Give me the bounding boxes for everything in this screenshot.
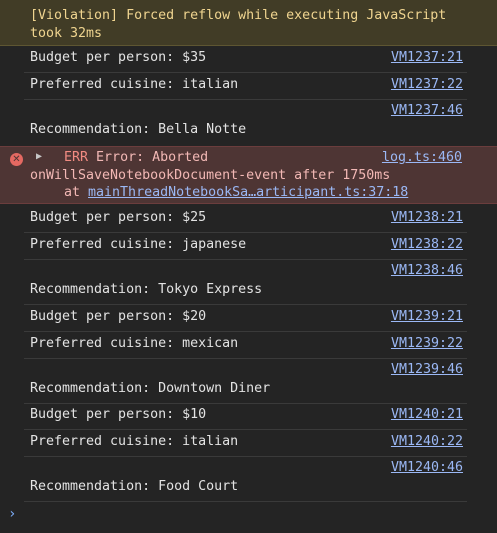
source-link[interactable]: VM1238:21 bbox=[391, 210, 463, 225]
log-row: VM1240:46 Recommendation: Food Court bbox=[24, 457, 467, 502]
source-link[interactable]: VM1240:21 bbox=[391, 407, 463, 422]
log-row: VM1239:46 Recommendation: Downtown Diner bbox=[24, 359, 467, 404]
log-row: VM1237:46 Recommendation: Bella Notte bbox=[24, 100, 467, 145]
error-circle-icon: ✕ bbox=[10, 153, 23, 166]
source-link[interactable]: VM1239:22 bbox=[391, 336, 463, 351]
log-message: Recommendation: Food Court bbox=[30, 479, 239, 494]
source-link[interactable]: VM1240:46 bbox=[391, 460, 463, 475]
log-row: Budget per person: $10 VM1240:21 bbox=[24, 403, 467, 430]
log-message: Preferred cuisine: japanese bbox=[30, 237, 247, 252]
source-link[interactable]: VM1239:46 bbox=[391, 362, 463, 377]
log-message: Preferred cuisine: italian bbox=[30, 434, 239, 449]
log-message: Preferred cuisine: mexican bbox=[30, 336, 239, 351]
log-row: Preferred cuisine: mexican VM1239:22 bbox=[24, 332, 467, 359]
source-link[interactable]: VM1240:22 bbox=[391, 434, 463, 449]
error-title: ERR Error: Aborted bbox=[64, 150, 208, 165]
violation-message[interactable]: [Violation] Forced reflow while executin… bbox=[0, 0, 497, 46]
log-message: Budget per person: $10 bbox=[30, 407, 207, 422]
log-message: Recommendation: Bella Notte bbox=[30, 122, 247, 137]
expand-triangle-icon[interactable]: ▶ bbox=[36, 151, 42, 162]
violation-text: [Violation] Forced reflow while executin… bbox=[30, 8, 455, 41]
log-group-2: Budget per person: $25 VM1238:21 Preferr… bbox=[0, 206, 497, 305]
log-group-4: Budget per person: $10 VM1240:21 Preferr… bbox=[0, 403, 497, 502]
source-link[interactable]: VM1237:22 bbox=[391, 77, 463, 92]
log-message: Budget per person: $35 bbox=[30, 50, 207, 65]
console-prompt-chevron-icon[interactable]: › bbox=[8, 506, 16, 522]
error-detail: onWillSaveNotebookDocument-event after 1… bbox=[30, 168, 391, 183]
log-row: VM1238:46 Recommendation: Tokyo Express bbox=[24, 260, 467, 305]
log-row: Preferred cuisine: japanese VM1238:22 bbox=[24, 233, 467, 260]
error-text: Error: Aborted bbox=[96, 150, 209, 165]
error-stack-line: at mainThreadNotebookSa…articipant.ts:37… bbox=[64, 185, 408, 200]
source-link[interactable]: VM1237:46 bbox=[391, 103, 463, 118]
log-message: Recommendation: Downtown Diner bbox=[30, 381, 271, 396]
stack-source-link[interactable]: mainThreadNotebookSa…articipant.ts:37:18 bbox=[88, 185, 408, 200]
log-row: Preferred cuisine: italian VM1240:22 bbox=[24, 430, 467, 457]
source-link[interactable]: VM1239:21 bbox=[391, 309, 463, 324]
error-label: ERR bbox=[64, 150, 89, 165]
log-row: Preferred cuisine: italian VM1237:22 bbox=[24, 73, 467, 100]
source-link[interactable]: log.ts:460 bbox=[382, 150, 462, 165]
error-message[interactable]: ✕ ▶ ERR Error: Aborted onWillSaveNoteboo… bbox=[0, 146, 497, 204]
log-row: Budget per person: $25 VM1238:21 bbox=[24, 206, 467, 233]
source-link[interactable]: VM1237:21 bbox=[391, 50, 463, 65]
source-link[interactable]: VM1238:46 bbox=[391, 263, 463, 278]
log-message: Preferred cuisine: italian bbox=[30, 77, 239, 92]
log-message: Recommendation: Tokyo Express bbox=[30, 282, 263, 297]
stack-prefix: at bbox=[64, 185, 89, 200]
log-group-1: Budget per person: $35 VM1237:21 Preferr… bbox=[0, 46, 497, 145]
log-message: Budget per person: $20 bbox=[30, 309, 207, 324]
log-row: Budget per person: $20 VM1239:21 bbox=[24, 305, 467, 332]
log-group-3: Budget per person: $20 VM1239:21 Preferr… bbox=[0, 305, 497, 404]
source-link[interactable]: VM1238:22 bbox=[391, 237, 463, 252]
devtools-console: [Violation] Forced reflow while executin… bbox=[0, 0, 497, 533]
log-message: Budget per person: $25 bbox=[30, 210, 207, 225]
log-row: Budget per person: $35 VM1237:21 bbox=[24, 46, 467, 73]
